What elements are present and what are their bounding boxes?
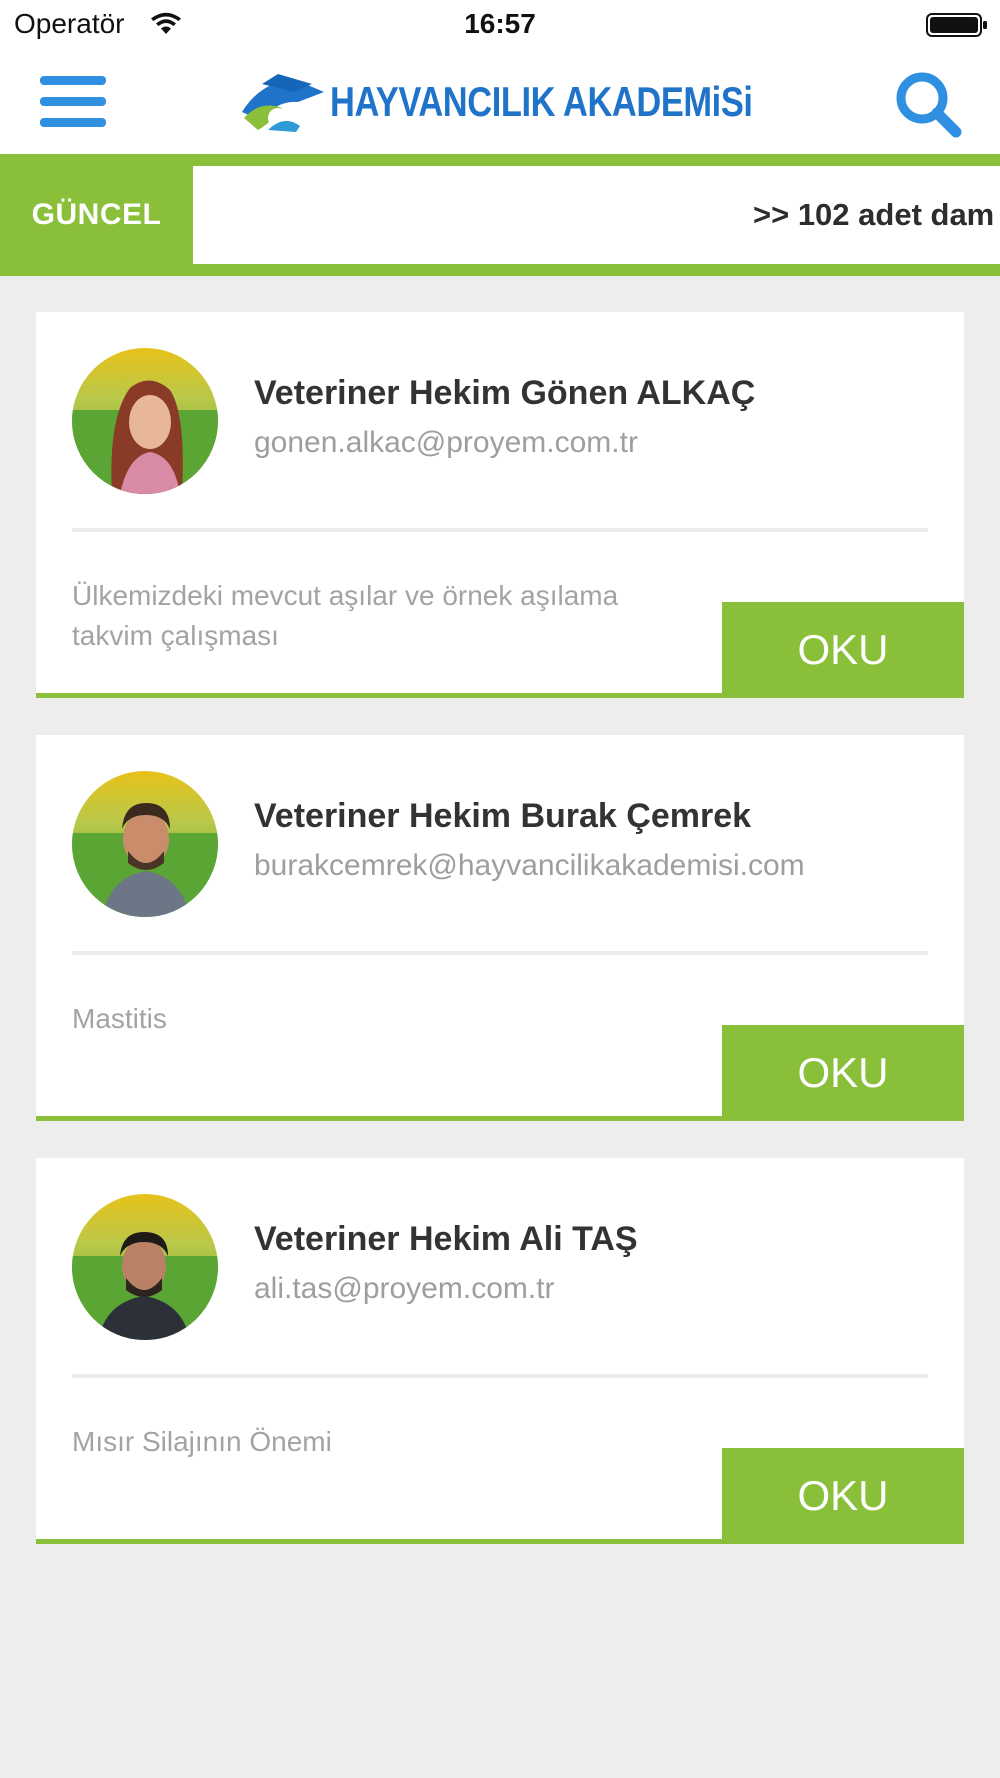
author-email: gonen.alkac@proyem.com.tr xyxy=(254,426,638,459)
article-title: Ülkemizdeki mevcut aşılar ve örnek aşıla… xyxy=(72,580,619,651)
read-button[interactable]: OKU xyxy=(722,1025,964,1121)
read-button[interactable]: OKU xyxy=(722,602,964,698)
author-name: Veteriner Hekim Burak Çemrek xyxy=(254,797,752,835)
menu-icon[interactable] xyxy=(40,74,106,130)
app-header: HAYVANCILIK AKADEMiSi xyxy=(0,52,1000,154)
author-card: Veteriner Hekim Gönen ALKAÇ gonen.alkac@… xyxy=(36,312,964,698)
author-card: Veteriner Hekim Ali TAŞ ali.tas@proyem.c… xyxy=(36,1158,964,1544)
news-ticker: GÜNCEL >> 102 adet dam xyxy=(0,154,1000,276)
author-card: Veteriner Hekim Burak Çemrek burakcemrek… xyxy=(36,735,964,1121)
read-button[interactable]: OKU xyxy=(722,1448,964,1544)
status-time: 16:57 xyxy=(464,8,536,39)
card-divider xyxy=(72,528,928,532)
article-title: Mısır Silajının Önemi xyxy=(72,1426,332,1457)
status-bar: Operatör 16:57 xyxy=(0,0,1000,52)
card-divider xyxy=(72,1374,928,1378)
author-email: burakcemrek@hayvancilikakademisi.com xyxy=(254,849,805,882)
ticker-label: GÜNCEL xyxy=(31,198,162,231)
author-name: Veteriner Hekim Ali TAŞ xyxy=(254,1220,638,1258)
avatar xyxy=(72,348,218,494)
avatar xyxy=(72,1194,218,1340)
article-title: Mastitis xyxy=(72,1003,167,1034)
search-icon[interactable] xyxy=(892,68,964,140)
logo-icon xyxy=(242,74,324,132)
avatar xyxy=(72,771,218,917)
ticker-text[interactable]: >> 102 adet dam xyxy=(753,166,994,264)
ticker-box[interactable]: >> 102 adet dam xyxy=(193,166,1000,264)
author-name: Veteriner Hekim Gönen ALKAÇ xyxy=(254,374,756,412)
logo-title: HAYVANCILIK AKADEMiSi xyxy=(330,78,753,125)
battery-icon xyxy=(926,13,987,37)
author-email: ali.tas@proyem.com.tr xyxy=(254,1272,555,1305)
card-divider xyxy=(72,951,928,955)
